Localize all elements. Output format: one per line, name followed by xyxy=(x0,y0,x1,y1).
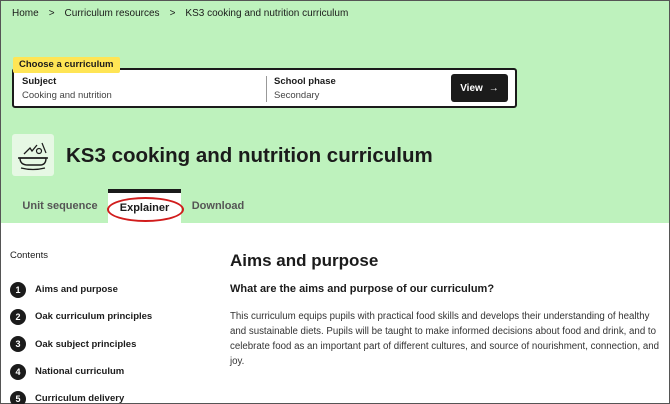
subject-field[interactable]: Subject Cooking and nutrition xyxy=(22,76,112,101)
school-phase-label: School phase xyxy=(274,76,336,87)
section-heading: Aims and purpose xyxy=(230,251,379,270)
view-button[interactable]: View → xyxy=(451,74,508,102)
breadcrumb-current: KS3 cooking and nutrition curriculum xyxy=(185,8,349,19)
hero-banner: Home > Curriculum resources > KS3 cookin… xyxy=(1,1,669,223)
contents-item-label: Curriculum delivery xyxy=(35,393,125,404)
contents-item-label: National curriculum xyxy=(35,366,125,378)
contents-item-oak-curriculum-principles[interactable]: 2 Oak curriculum principles xyxy=(10,303,152,330)
subject-label: Subject xyxy=(22,76,57,87)
cooking-pot-icon xyxy=(12,134,54,176)
breadcrumb-separator: > xyxy=(169,8,176,19)
contents-number: 1 xyxy=(10,281,26,298)
picker-divider xyxy=(266,76,267,102)
school-phase-field[interactable]: School phase Secondary xyxy=(274,76,336,101)
breadcrumb-curriculum-resources[interactable]: Curriculum resources xyxy=(65,8,160,19)
section-paragraph: This curriculum equips pupils with pract… xyxy=(230,311,660,367)
breadcrumb-home[interactable]: Home xyxy=(12,8,39,19)
contents-item-oak-subject-principles[interactable]: 3 Oak subject principles xyxy=(10,331,152,358)
curriculum-picker: Subject Cooking and nutrition School pha… xyxy=(12,68,517,108)
contents-number: 2 xyxy=(10,308,26,325)
tab-bar: Unit sequence Explainer Download xyxy=(1,189,669,223)
contents-item-label: Aims and purpose xyxy=(35,284,118,296)
breadcrumb: Home > Curriculum resources > KS3 cookin… xyxy=(12,8,348,19)
tab-unit-sequence[interactable]: Unit sequence xyxy=(12,189,108,223)
contents-item-label: Oak curriculum principles xyxy=(35,311,153,323)
school-phase-value: Secondary xyxy=(274,90,320,101)
contents-item-aims-and-purpose[interactable]: 1 Aims and purpose xyxy=(10,276,152,303)
view-button-label: View xyxy=(460,82,483,94)
contents-number: 5 xyxy=(10,390,26,404)
contents-item-national-curriculum[interactable]: 4 National curriculum xyxy=(10,358,152,385)
section-subheading: What are the aims and purpose of our cur… xyxy=(230,283,495,295)
contents-list: 1 Aims and purpose 2 Oak curriculum prin… xyxy=(10,276,152,404)
contents-item-curriculum-delivery[interactable]: 5 Curriculum delivery xyxy=(10,385,152,404)
contents-number: 3 xyxy=(10,336,26,353)
breadcrumb-separator: > xyxy=(48,8,55,19)
arrow-right-icon: → xyxy=(488,82,499,94)
subject-value: Cooking and nutrition xyxy=(22,90,112,101)
contents-number: 4 xyxy=(10,363,26,380)
contents-title: Contents xyxy=(10,250,49,261)
contents-item-label: Oak subject principles xyxy=(35,338,137,350)
tab-download[interactable]: Download xyxy=(181,189,255,223)
tab-explainer[interactable]: Explainer xyxy=(108,189,181,223)
choose-curriculum-tag: Choose a curriculum xyxy=(13,57,120,73)
page-title: KS3 cooking and nutrition curriculum xyxy=(66,144,433,167)
